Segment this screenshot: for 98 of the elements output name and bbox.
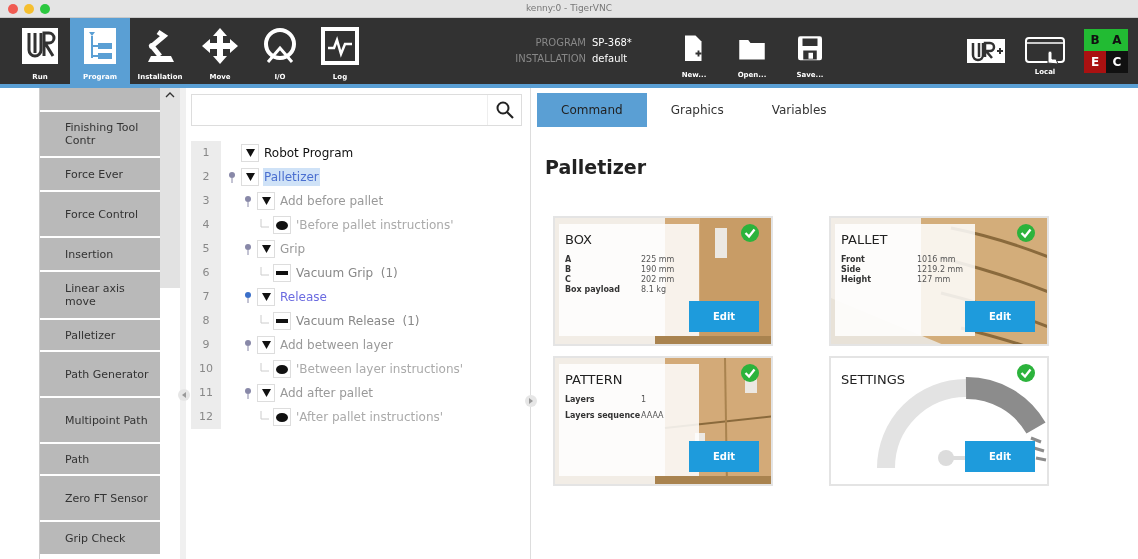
card-title: BOX [565,230,593,249]
line-number: 5 [191,237,221,261]
sidebar-item[interactable]: Zero FT Sensor [40,476,160,520]
collapse-triangle-icon[interactable] [261,245,271,253]
scroll-up-icon[interactable] [165,92,175,98]
line-number: 8 [191,309,221,333]
line-number: 12 [191,405,221,429]
tree-node[interactable]: Palletizer [263,168,320,186]
sidebar-item[interactable]: Palletizer [40,320,160,350]
sidebar-item[interactable]: Force Control [40,192,160,236]
collapse-triangle-icon[interactable] [261,341,271,349]
program-label: PROGRAM [534,36,586,50]
field-label: C [565,275,572,285]
sidebar-item[interactable]: Finishing Tool Contr [40,112,160,156]
field-value: 202 mm [641,275,675,285]
panel-heading: Palletizer [545,155,648,180]
field-value: 1219.2 mm [917,265,964,275]
collapse-triangle-icon[interactable] [245,149,255,157]
line-number: 4 [191,213,221,237]
breakpoint-icon[interactable] [243,339,253,351]
tree-connector-line [259,411,269,423]
search-field[interactable] [191,94,522,126]
installation-name: default [592,52,628,66]
sidebar-item[interactable]: Multipoint Path [40,398,160,442]
card-title: PALLET [841,230,889,249]
field-label: Layers sequence [565,411,641,421]
field-value: 1016 mm [917,255,956,265]
field-label: Box payload [565,285,621,295]
tree-node[interactable]: Vacuum Grip (1) [295,264,399,282]
field-value: 127 mm [917,275,951,285]
field-value: AAAA [641,411,664,421]
dash-icon [276,319,288,323]
panel-tab[interactable]: Variables [747,93,851,127]
tree-connector-line [259,363,269,375]
tablet-hand-icon [1024,34,1066,67]
field-label: A [565,255,573,265]
sidebar-item[interactable]: Path [40,444,160,474]
sidebar-item[interactable]: Grip Check [40,522,160,554]
collapse-triangle-icon[interactable] [261,389,271,397]
sidebar-item[interactable]: Insertion [40,238,160,270]
status-light: B [1084,29,1106,51]
status-light: E [1084,51,1106,73]
field-value: 225 mm [641,255,675,265]
line-number: 7 [191,285,221,309]
field-label: Height [841,275,873,285]
ur-logo-icon [20,25,60,66]
field-label: Layers [565,395,596,405]
tree-node[interactable]: Robot Program [263,144,355,162]
field-label: B [565,265,573,275]
status-light: C [1106,51,1128,73]
window-title: kenny:0 - TigerVNC [525,1,613,15]
collapse-triangle-icon[interactable] [261,293,271,301]
breakpoint-icon[interactable] [243,195,253,207]
line-number: 11 [191,381,221,405]
comment-icon [276,412,288,422]
sidebar-item[interactable]: Linear axis move [40,272,160,318]
card-title: SETTINGS [841,370,906,389]
sidebar-item[interactable]: Path Generator [40,352,160,396]
program-name: SP-368* [592,36,632,50]
field-value: 190 mm [641,265,675,275]
line-number: 2 [191,165,221,189]
breakpoint-icon[interactable] [243,387,253,399]
sidebar-item[interactable]: Force Ever [40,158,160,190]
line-number: 9 [191,333,221,357]
panel-tab[interactable]: Graphics [646,93,748,127]
line-number: 3 [191,189,221,213]
comment-icon [276,220,288,230]
card-title: PATTERN [565,370,624,389]
log-chart-icon [320,25,360,66]
tree-connector-line [259,315,269,327]
panel-tab[interactable]: Command [537,93,647,127]
breakpoint-icon[interactable] [227,171,237,183]
comment-icon [276,364,288,374]
field-label: Side [841,265,862,275]
scrollbar[interactable] [160,88,180,288]
urplus-icon[interactable] [966,38,1006,64]
maximize-icon[interactable] [40,4,50,14]
close-icon[interactable] [8,4,18,14]
tree-connector-line [259,267,269,279]
status-light: A [1106,29,1128,51]
expand-handle-icon[interactable] [525,394,537,408]
breakpoint-icon[interactable] [243,243,253,255]
breakpoint-icon[interactable] [243,291,253,303]
line-number: 6 [191,261,221,285]
field-label: Front [841,255,866,265]
collapse-triangle-icon[interactable] [261,197,271,205]
field-value: 8.1 kg [641,285,666,295]
line-number: 1 [191,141,221,165]
line-number: 10 [191,357,221,381]
search-icon [495,101,514,119]
tree-node[interactable]: Release [279,288,328,306]
collapse-handle-icon[interactable] [178,388,190,402]
installation-label: INSTALLATION [514,52,586,66]
tree-node[interactable]: Vacuum Release (1) [295,312,421,330]
dash-icon [276,271,288,275]
tree-connector-line [259,219,269,231]
collapse-triangle-icon[interactable] [245,173,255,181]
field-value: 1 [641,395,647,405]
